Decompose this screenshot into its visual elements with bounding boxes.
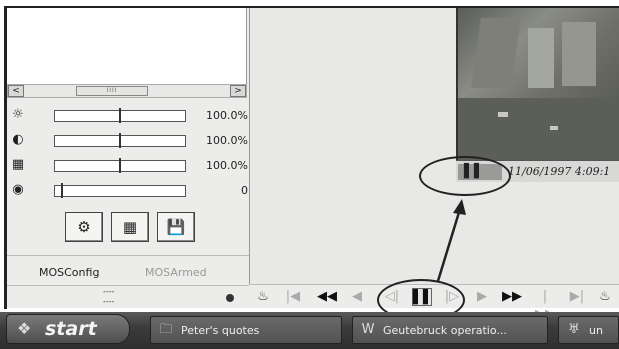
- schedule-button[interactable]: ▦: [111, 212, 149, 242]
- camera-left-icon: ♨: [257, 289, 269, 304]
- slow-forward-button[interactable]: |▶▶: [535, 288, 555, 322]
- fast-forward-icon: ▶▶: [502, 289, 522, 304]
- scroll-right-button[interactable]: >: [230, 85, 246, 97]
- folder-icon: 🗀: [159, 322, 173, 337]
- contrast-icon: ◐: [12, 132, 24, 147]
- tab-mosconfig[interactable]: MOSConfig: [39, 266, 99, 279]
- camera-left-button[interactable]: ♨: [253, 288, 273, 306]
- fast-rewind-button[interactable]: ◀◀: [317, 288, 337, 306]
- sharpness-slider[interactable]: [54, 183, 186, 198]
- sharpness-value: 0: [241, 184, 248, 197]
- status-row: ---- ----: [7, 285, 249, 307]
- camera-right-icon: ♨: [599, 289, 611, 304]
- scene-floor: [458, 98, 619, 160]
- settings-button[interactable]: ⚙: [65, 212, 103, 242]
- taskbar-item-geutebruck[interactable]: W Geutebruck operatio...: [352, 316, 548, 344]
- start-label: start: [45, 318, 97, 340]
- camera-right-button[interactable]: ♨: [595, 288, 615, 306]
- brightness-slider[interactable]: [54, 108, 186, 123]
- taskbar: ❖ start 🗀 Peter's quotes W Geutebruck op…: [0, 312, 619, 349]
- contrast-slider-row: ◐ 100.0%: [10, 132, 248, 150]
- tab-mosarmed[interactable]: MOSArmed: [145, 266, 207, 279]
- brightness-slider-row: ☼ 100.0%: [10, 107, 248, 125]
- contrast-slider-handle[interactable]: [119, 133, 121, 148]
- scene-counter: [471, 18, 521, 88]
- start-button[interactable]: ❖ start: [6, 314, 130, 344]
- color-slider[interactable]: [54, 158, 186, 173]
- scene-display-stand: [562, 22, 596, 86]
- scene-pillar: [528, 28, 554, 88]
- color-icon: ▦: [11, 157, 25, 172]
- taskbar-item-peters-quotes[interactable]: 🗀 Peter's quotes: [150, 316, 342, 344]
- horizontal-scrollbar[interactable]: < IIII >: [7, 84, 247, 98]
- scene-floor-spot: [498, 112, 508, 117]
- annotation-arrow: [436, 199, 466, 282]
- play-button[interactable]: ▶: [472, 288, 492, 306]
- brightness-slider-handle[interactable]: [119, 108, 121, 123]
- app-icon: ♅: [568, 322, 580, 337]
- scroll-left-button[interactable]: <: [8, 85, 24, 97]
- skip-start-button[interactable]: |◀: [283, 288, 303, 306]
- skip-end-icon: ▶|: [569, 289, 585, 304]
- video-frame[interactable]: [456, 8, 619, 160]
- windows-logo-icon: ❖: [17, 319, 32, 338]
- color-slider-handle[interactable]: [119, 158, 121, 173]
- skip-start-icon: |◀: [285, 289, 301, 304]
- calendar-grid-icon: ▦: [122, 218, 138, 236]
- save-disk-icon: 💾: [166, 218, 186, 236]
- contrast-slider[interactable]: [54, 133, 186, 148]
- sharpness-slider-handle[interactable]: [61, 183, 63, 198]
- sharpness-icon: ◉: [12, 182, 24, 197]
- fast-rewind-icon: ◀◀: [317, 289, 337, 304]
- play-icon: ▶: [477, 289, 487, 304]
- video-timestamp: 11/06/1997 4:09:1: [508, 165, 611, 178]
- taskbar-item-label: un: [589, 324, 603, 337]
- scroll-thumb[interactable]: IIII: [76, 86, 148, 96]
- taskbar-item-un[interactable]: ♅ un: [558, 316, 619, 344]
- annotation-ellipse-video-indicator: [419, 156, 511, 196]
- brightness-value: 100.0%: [206, 109, 248, 122]
- rewind-button[interactable]: ◀: [347, 288, 367, 306]
- arrow-head: [453, 199, 466, 215]
- taskbar-item-label: Geutebruck operatio...: [383, 324, 507, 337]
- status-line-1: ----: [103, 287, 115, 296]
- save-button[interactable]: 💾: [157, 212, 195, 242]
- contrast-value: 100.0%: [206, 134, 248, 147]
- record-indicator-icon: [226, 294, 234, 302]
- color-value: 100.0%: [206, 159, 248, 172]
- skip-end-button[interactable]: ▶|: [567, 288, 587, 306]
- tab-strip: MOSConfig MOSArmed: [7, 255, 249, 285]
- settings-gear-icon: ⚙: [77, 218, 91, 236]
- arrow-shaft: [436, 208, 462, 282]
- color-slider-row: ▦ 100.0%: [10, 157, 248, 175]
- status-line-2: ----: [103, 297, 115, 306]
- scene-floor-spot: [550, 126, 558, 130]
- brightness-icon: ☼: [12, 107, 24, 122]
- fast-forward-button[interactable]: ▶▶: [502, 288, 522, 306]
- word-document-icon: W: [361, 322, 375, 337]
- sharpness-slider-row: ◉ 0: [10, 182, 248, 200]
- rewind-icon: ◀: [352, 289, 362, 304]
- preview-area: [7, 8, 247, 85]
- taskbar-item-label: Peter's quotes: [181, 324, 260, 337]
